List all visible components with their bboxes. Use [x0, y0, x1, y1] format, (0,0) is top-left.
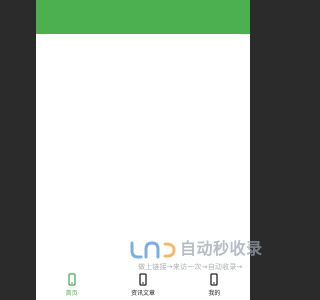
header-bar — [36, 0, 250, 34]
page: 首页 资讯文章 我的 自动秒收录 做上链接→来访一次→自动收录→ — [0, 0, 300, 300]
phone-icon — [139, 273, 147, 286]
tab-home-label: 首页 — [65, 290, 78, 297]
content-area[interactable] — [36, 34, 250, 268]
tab-articles[interactable]: 资讯文章 — [107, 268, 178, 300]
phone-icon — [68, 273, 76, 286]
tab-articles-label: 资讯文章 — [130, 290, 155, 297]
app-screen: 首页 资讯文章 我的 — [36, 0, 250, 300]
bottom-tab-bar: 首页 资讯文章 我的 — [36, 268, 250, 300]
phone-icon — [210, 273, 218, 286]
tab-mine-label: 我的 — [208, 290, 221, 297]
tab-mine[interactable]: 我的 — [179, 268, 250, 300]
tab-home[interactable]: 首页 — [36, 268, 107, 300]
